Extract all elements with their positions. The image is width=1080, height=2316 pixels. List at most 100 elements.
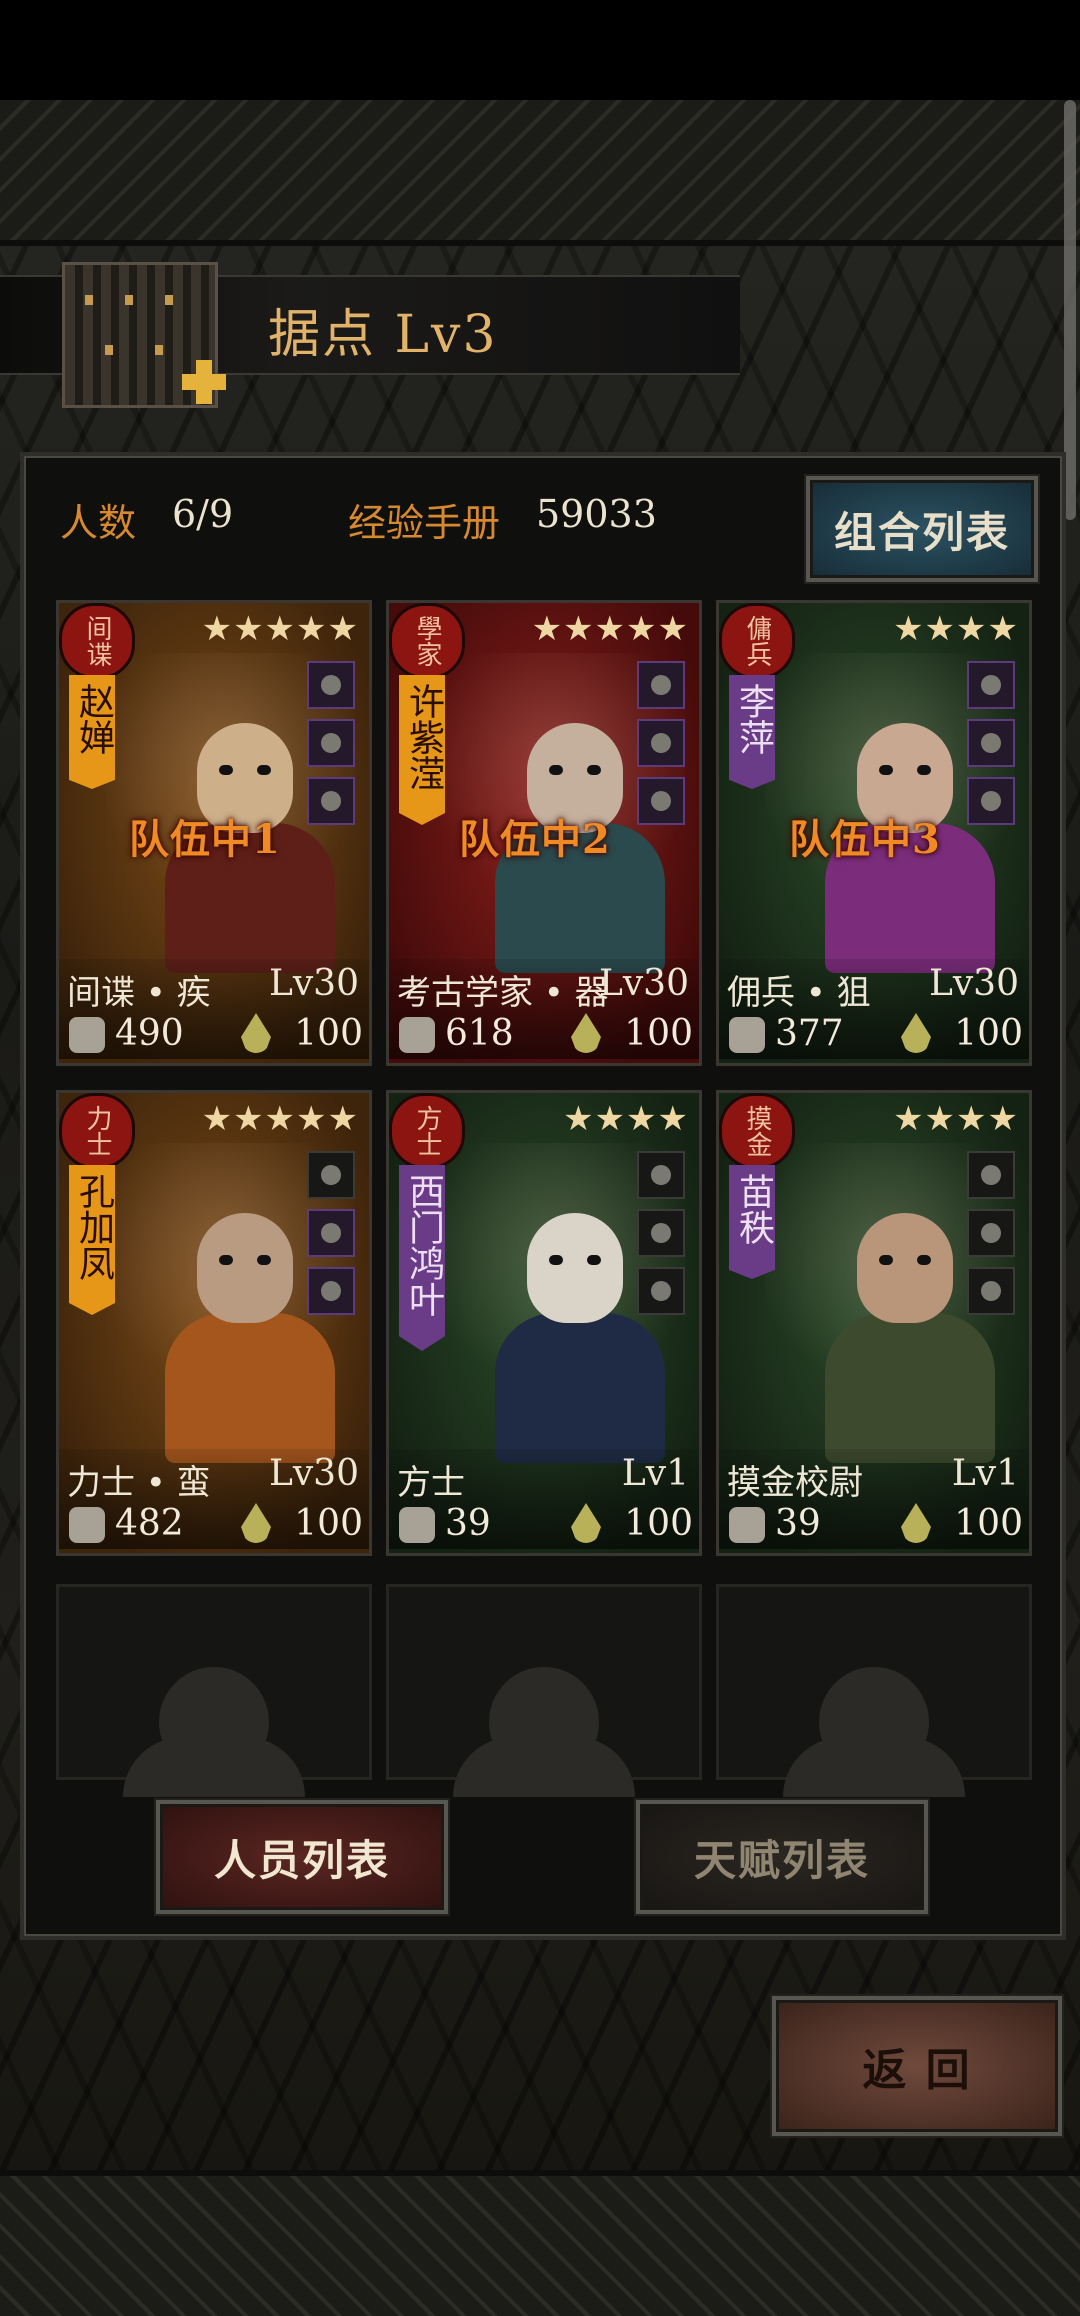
fist-icon xyxy=(399,1017,435,1053)
power-value: 377 xyxy=(775,1013,844,1054)
star-rating: ★★★★★ xyxy=(201,609,359,649)
level-label: Lv30 xyxy=(268,1453,359,1494)
locked-silhouette-body xyxy=(783,1737,965,1797)
star-rating: ★★★★★ xyxy=(531,609,689,649)
stamina-value: 100 xyxy=(624,1013,693,1054)
class-seal-icon: 摸金 xyxy=(719,1093,795,1169)
member-count-value: 6/9 xyxy=(172,492,234,536)
portrait-body xyxy=(165,1313,335,1463)
gem-icon xyxy=(651,791,671,811)
star-rating: ★★★★ xyxy=(563,1099,689,1139)
power-value: 490 xyxy=(115,1013,184,1054)
equipment-slot-icon[interactable] xyxy=(307,1209,355,1257)
team-label: 队伍中3 xyxy=(789,816,941,863)
character-name: 西门鸿叶 xyxy=(399,1165,445,1351)
level-label: Lv30 xyxy=(928,963,1019,1004)
equipment-slot-icon[interactable] xyxy=(307,661,355,709)
page-title: 据点 Lv3 xyxy=(268,305,498,365)
exp-manual-label: 经验手册 xyxy=(348,501,501,545)
class-seal-icon: 學家 xyxy=(389,603,465,679)
equipment-slot-icon[interactable] xyxy=(637,1209,685,1257)
locked-slot[interactable] xyxy=(716,1584,1032,1797)
gem-icon xyxy=(981,675,1001,695)
eye-icon xyxy=(879,765,893,775)
locked-slot[interactable] xyxy=(386,1584,702,1797)
equipment-slot-icon[interactable] xyxy=(967,719,1015,767)
eye-icon xyxy=(879,1255,893,1265)
eye-icon xyxy=(917,1255,931,1265)
character-card[interactable]: 學家 许紫滢 ★★★★★ 队伍中2 考古学家 • 器 Lv30 618 100 xyxy=(386,600,702,1066)
character-card[interactable]: 摸金 苗秩 ★★★★ 摸金校尉 Lv1 39 100 xyxy=(716,1090,1032,1556)
portrait-body xyxy=(495,1313,665,1463)
locked-slot[interactable] xyxy=(56,1584,372,1797)
stamina-value: 100 xyxy=(294,1013,363,1054)
equipment-slot-icon[interactable] xyxy=(967,777,1015,825)
class-label: 方士 xyxy=(397,1463,465,1503)
exp-manual-value: 59033 xyxy=(536,492,657,536)
gem-icon xyxy=(981,1165,1001,1185)
character-card[interactable]: 力士 孔加凤 ★★★★★ 力士 • 蛮 Lv30 482 100 xyxy=(56,1090,372,1556)
portrait-body xyxy=(825,1313,995,1463)
class-label: 摸金校尉 xyxy=(727,1463,863,1503)
gem-icon xyxy=(651,1281,671,1301)
fist-icon xyxy=(69,1017,105,1053)
equipment-slot-icon[interactable] xyxy=(637,777,685,825)
character-name: 孔加凤 xyxy=(69,1165,115,1315)
class-label: 间谍 • 疾 xyxy=(67,973,211,1013)
equipment-slot-icon[interactable] xyxy=(307,1151,355,1199)
level-label: Lv30 xyxy=(268,963,359,1004)
eye-icon xyxy=(257,1255,271,1265)
combo-list-button[interactable]: 组合列表 xyxy=(806,476,1038,582)
locked-silhouette-body xyxy=(453,1737,635,1797)
character-card[interactable]: 傭兵 李萍 ★★★★ 队伍中3 佣兵 • 狙 Lv30 377 100 xyxy=(716,600,1032,1066)
equipment-slot-icon[interactable] xyxy=(307,1267,355,1315)
stamina-value: 100 xyxy=(954,1013,1023,1054)
gem-icon xyxy=(321,1281,341,1301)
eye-icon xyxy=(257,765,271,775)
back-button[interactable]: 返 回 xyxy=(772,1996,1062,2136)
stamina-value: 100 xyxy=(954,1503,1023,1544)
team-label: 队伍中2 xyxy=(459,816,611,863)
locked-silhouette-body xyxy=(123,1737,305,1797)
character-name: 李萍 xyxy=(729,675,775,789)
fist-icon xyxy=(69,1507,105,1543)
roster-list-button[interactable]: 人员列表 xyxy=(156,1800,448,1914)
portrait-head xyxy=(527,1213,623,1323)
equipment-slot-icon[interactable] xyxy=(967,1151,1015,1199)
class-seal-icon: 力士 xyxy=(59,1093,135,1169)
gem-icon xyxy=(321,1165,341,1185)
bottom-frieze xyxy=(0,2170,1080,2316)
equipment-slot-icon[interactable] xyxy=(637,1151,685,1199)
class-seal-icon: 方士 xyxy=(389,1093,465,1169)
class-seal-icon: 间谍 xyxy=(59,603,135,679)
plus-icon[interactable] xyxy=(178,356,230,408)
class-label: 佣兵 • 狙 xyxy=(727,973,871,1013)
character-card[interactable]: 方士 西门鸿叶 ★★★★ 方士 Lv1 39 100 xyxy=(386,1090,702,1556)
eye-icon xyxy=(219,1255,233,1265)
character-name: 苗秩 xyxy=(729,1165,775,1279)
fist-icon xyxy=(729,1017,765,1053)
equipment-slot-icon[interactable] xyxy=(307,777,355,825)
gem-icon xyxy=(981,791,1001,811)
equipment-slot-icon[interactable] xyxy=(307,719,355,767)
stamina-value: 100 xyxy=(624,1503,693,1544)
equipment-slot-icon[interactable] xyxy=(637,1267,685,1315)
eye-icon xyxy=(587,765,601,775)
fist-icon xyxy=(399,1507,435,1543)
power-value: 618 xyxy=(445,1013,514,1054)
equipment-slot-icon[interactable] xyxy=(967,1267,1015,1315)
equipment-slot-icon[interactable] xyxy=(637,719,685,767)
portrait-head xyxy=(857,1213,953,1323)
character-card[interactable]: 间谍 赵婵 ★★★★★ 队伍中1 间谍 • 疾 Lv30 490 100 xyxy=(56,600,372,1066)
talent-list-button[interactable]: 天赋列表 xyxy=(636,1800,928,1914)
equipment-slot-icon[interactable] xyxy=(637,661,685,709)
gem-icon xyxy=(651,1165,671,1185)
portrait-head xyxy=(197,1213,293,1323)
team-label: 队伍中1 xyxy=(129,816,281,863)
star-rating: ★★★★ xyxy=(893,609,1019,649)
equipment-slot-icon[interactable] xyxy=(967,1209,1015,1257)
class-label: 力士 • 蛮 xyxy=(67,1463,211,1503)
gem-icon xyxy=(321,675,341,695)
equipment-slot-icon[interactable] xyxy=(967,661,1015,709)
gem-icon xyxy=(651,733,671,753)
